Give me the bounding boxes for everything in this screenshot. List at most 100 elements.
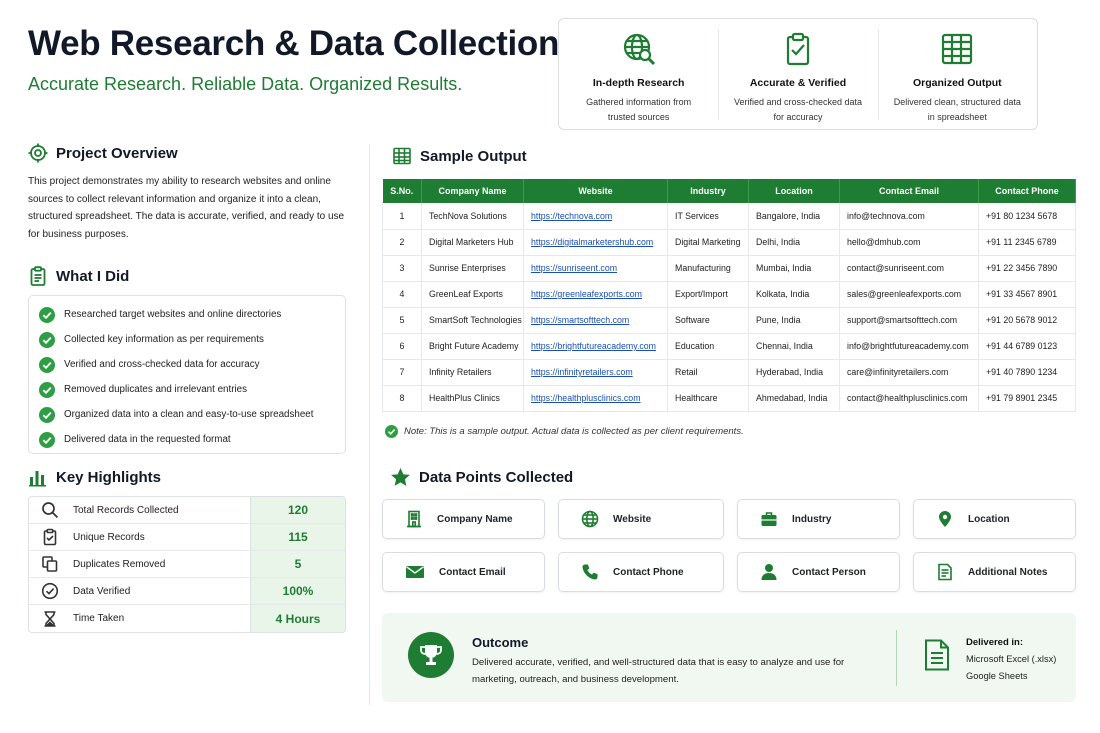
- highlight-label: Time Taken: [73, 613, 125, 624]
- cell-location: Pune, India: [748, 307, 840, 334]
- what-i-did-heading: What I Did: [28, 266, 129, 286]
- cell-sno: 4: [382, 281, 422, 308]
- list-item-text: Organized data into a clean and easy-to-…: [64, 409, 314, 420]
- data-point-label: Contact Person: [792, 566, 866, 578]
- check-circle-icon: [39, 406, 55, 423]
- list-item: Verified and cross-checked data for accu…: [39, 352, 335, 377]
- table-row: 5 SmartSoft Technologies https://smartso…: [382, 307, 1076, 334]
- cell-location: Mumbai, India: [748, 255, 840, 282]
- cell-email: sales@greenleafexports.com: [839, 281, 979, 308]
- cell-location: Kolkata, India: [748, 281, 840, 308]
- check-circle-icon: [39, 431, 55, 448]
- highlights-heading-text: Key Highlights: [56, 468, 162, 486]
- cell-company: TechNova Solutions: [421, 203, 524, 230]
- table-icon: [392, 146, 412, 166]
- column-header: S.No.: [382, 179, 422, 203]
- overview-text: This project demonstrates my ability to …: [28, 176, 345, 240]
- list-item: Removed duplicates and irrelevant entrie…: [39, 377, 335, 402]
- sample-output-heading-text: Sample Output: [420, 147, 527, 165]
- highlights-table: Total Records Collected 120 Unique Recor…: [28, 496, 346, 633]
- cell-sno: 2: [382, 229, 422, 256]
- highlight-value: 5: [250, 551, 345, 577]
- list-item: Researched target websites and online di…: [39, 302, 335, 327]
- cell-email: info@brightfutureacademy.com: [839, 333, 979, 360]
- data-point-label: Contact Phone: [613, 566, 684, 578]
- cell-website-link[interactable]: https://healthplusclinics.com: [523, 385, 668, 412]
- overview-heading: Project Overview: [28, 143, 178, 163]
- data-point-card: Location: [913, 499, 1076, 539]
- sample-note: Note: This is a sample output. Actual da…: [385, 425, 744, 438]
- cell-industry: Export/Import: [667, 281, 749, 308]
- location-pin-icon: [936, 510, 954, 528]
- outcome-desc: Delivered accurate, verified, and well-s…: [472, 657, 845, 685]
- column-header: Location: [748, 179, 840, 203]
- cell-industry: IT Services: [667, 203, 749, 230]
- table-row: Duplicates Removed 5: [29, 551, 345, 578]
- briefcase-icon: [760, 510, 778, 528]
- data-point-card: Company Name: [382, 499, 545, 539]
- cell-website-link[interactable]: https://smartsofttech.com: [523, 307, 668, 334]
- cell-location: Delhi, India: [748, 229, 840, 256]
- cell-website-link[interactable]: https://infinityretailers.com: [523, 359, 668, 386]
- table-row: 2 Digital Marketers Hub https://digitalm…: [382, 229, 1076, 256]
- feature-summary: In-depth Research Gathered information f…: [558, 18, 1038, 130]
- column-header: Company Name: [421, 179, 524, 203]
- cell-email: contact@healthplusclinics.com: [839, 385, 979, 412]
- cell-phone: +91 80 1234 5678: [978, 203, 1076, 230]
- cell-location: Bangalore, India: [748, 203, 840, 230]
- check-circle-icon: [39, 306, 55, 323]
- table-row: 1 TechNova Solutions https://technova.co…: [382, 203, 1076, 230]
- sample-note-text: Note: This is a sample output. Actual da…: [404, 426, 744, 437]
- table-row: Time Taken 4 Hours: [29, 605, 345, 632]
- cell-email: contact@sunriseent.com: [839, 255, 979, 282]
- check-circle-icon: [39, 331, 55, 348]
- table-row: Data Verified 100%: [29, 578, 345, 605]
- overview-heading-text: Project Overview: [56, 144, 178, 162]
- feature-organized: Organized Output Delivered clean, struct…: [877, 19, 1037, 129]
- cell-phone: +91 22 3456 7890: [978, 255, 1076, 282]
- feature-desc: Gathered information from trusted source…: [586, 97, 692, 122]
- feature-title: In-depth Research: [592, 77, 685, 89]
- table-row: 7 Infinity Retailers https://infinityret…: [382, 359, 1076, 386]
- cell-location: Hyderabad, India: [748, 359, 840, 386]
- cell-company: Infinity Retailers: [421, 359, 524, 386]
- cell-website-link[interactable]: https://greenleafexports.com: [523, 281, 668, 308]
- cell-website-link[interactable]: https://digitalmarketershub.com: [523, 229, 668, 256]
- cell-phone: +91 79 8901 2345: [978, 385, 1076, 412]
- cell-location: Ahmedabad, India: [748, 385, 840, 412]
- column-divider: [369, 145, 370, 705]
- table-row: 8 HealthPlus Clinics https://healthplusc…: [382, 385, 1076, 412]
- table-row: 4 GreenLeaf Exports https://greenleafexp…: [382, 281, 1076, 308]
- feature-research: In-depth Research Gathered information f…: [559, 19, 718, 129]
- feature-title: Organized Output: [912, 77, 1002, 89]
- table-row: 3 Sunrise Enterprises https://sunriseent…: [382, 255, 1076, 282]
- feature-desc: Verified and cross-checked data for accu…: [733, 97, 863, 122]
- cell-sno: 1: [382, 203, 422, 230]
- data-point-card: Website: [558, 499, 724, 539]
- cell-industry: Digital Marketing: [667, 229, 749, 256]
- cell-phone: +91 40 7890 1234: [978, 359, 1076, 386]
- list-item-text: Removed duplicates and irrelevant entrie…: [64, 384, 247, 395]
- page-title: Web Research & Data Collection: [28, 24, 560, 63]
- highlight-label: Duplicates Removed: [73, 558, 166, 570]
- feature-verified: Accurate & Verified Verified and cross-c…: [718, 19, 877, 129]
- highlight-label: Unique Records: [73, 531, 145, 543]
- building-icon: [405, 510, 423, 528]
- cell-sno: 6: [382, 333, 422, 360]
- column-header: Website: [523, 179, 668, 203]
- highlight-label: Data Verified: [73, 585, 131, 597]
- delivered-format: Microsoft Excel (.xlsx): [966, 654, 1057, 664]
- cell-industry: Software: [667, 307, 749, 334]
- check-circle-icon: [41, 582, 59, 600]
- cell-company: Digital Marketers Hub: [421, 229, 524, 256]
- cell-website-link[interactable]: https://technova.com: [523, 203, 668, 230]
- list-item-text: Collected key information as per require…: [64, 334, 264, 345]
- bar-chart-icon: [28, 467, 48, 487]
- data-points-grid: Company Name Website Industry Location C…: [382, 499, 1076, 592]
- feature-title: Accurate & Verified: [749, 77, 847, 89]
- data-point-label: Location: [968, 513, 1010, 525]
- cell-website-link[interactable]: https://sunriseent.com: [523, 255, 668, 282]
- highlight-label: Total Records Collected: [73, 504, 179, 516]
- globe-icon: [581, 510, 599, 528]
- cell-website-link[interactable]: https://brightfutureacademy.com: [523, 333, 668, 360]
